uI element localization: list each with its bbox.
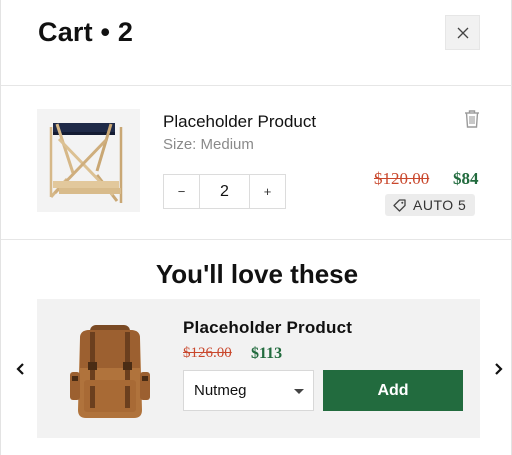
recommendations-heading: You'll love these	[155, 259, 359, 289]
chevron-right-icon	[495, 363, 503, 375]
remove-item-button[interactable]	[463, 109, 481, 129]
item-title[interactable]: Placeholder Product	[163, 112, 316, 132]
discount-code: AUTO 5	[413, 197, 467, 213]
sale-price: $84	[453, 169, 479, 188]
close-button[interactable]	[445, 15, 480, 50]
cart-line-item: Placeholder Product Size: Medium − 2 + $…	[1, 86, 512, 240]
recommendation-thumbnail[interactable]	[60, 310, 160, 427]
tag-icon	[393, 198, 406, 212]
backpack-image	[70, 325, 150, 418]
recommendation-card: Placeholder Product $126.00 $113 Nutmeg …	[37, 299, 480, 438]
quantity-decrease-button[interactable]: −	[164, 175, 199, 208]
trash-icon	[465, 110, 479, 128]
compare-at-price: $120.00	[374, 169, 430, 188]
item-variant: Size: Medium	[163, 136, 254, 153]
close-icon	[457, 27, 468, 38]
quantity-increase-button[interactable]: +	[250, 175, 285, 208]
carousel-prev-button[interactable]	[13, 361, 29, 377]
recommendation-price: $113	[251, 345, 283, 362]
recommendation-title[interactable]: Placeholder Product	[183, 318, 352, 338]
cart-header: Cart • 2	[1, 0, 512, 86]
product-thumbnail[interactable]	[37, 109, 140, 212]
variant-select[interactable]: Nutmeg	[183, 370, 314, 411]
chevron-left-icon	[16, 363, 24, 375]
chevron-down-icon	[294, 389, 304, 394]
quantity-stepper: − 2 +	[163, 174, 286, 209]
cart-drawer: Cart • 2 Placeholder Product Size: Mediu…	[0, 0, 512, 455]
variant-select-value: Nutmeg	[194, 382, 247, 399]
recommendation-compare-price: $126.00	[183, 345, 232, 361]
discount-badge: AUTO 5	[385, 194, 476, 216]
quantity-input[interactable]: 2	[199, 175, 250, 208]
add-to-cart-button[interactable]: Add	[323, 370, 463, 411]
cart-title: Cart • 2	[38, 17, 134, 47]
folding-stool-image	[49, 123, 123, 203]
carousel-next-button[interactable]	[490, 361, 506, 377]
